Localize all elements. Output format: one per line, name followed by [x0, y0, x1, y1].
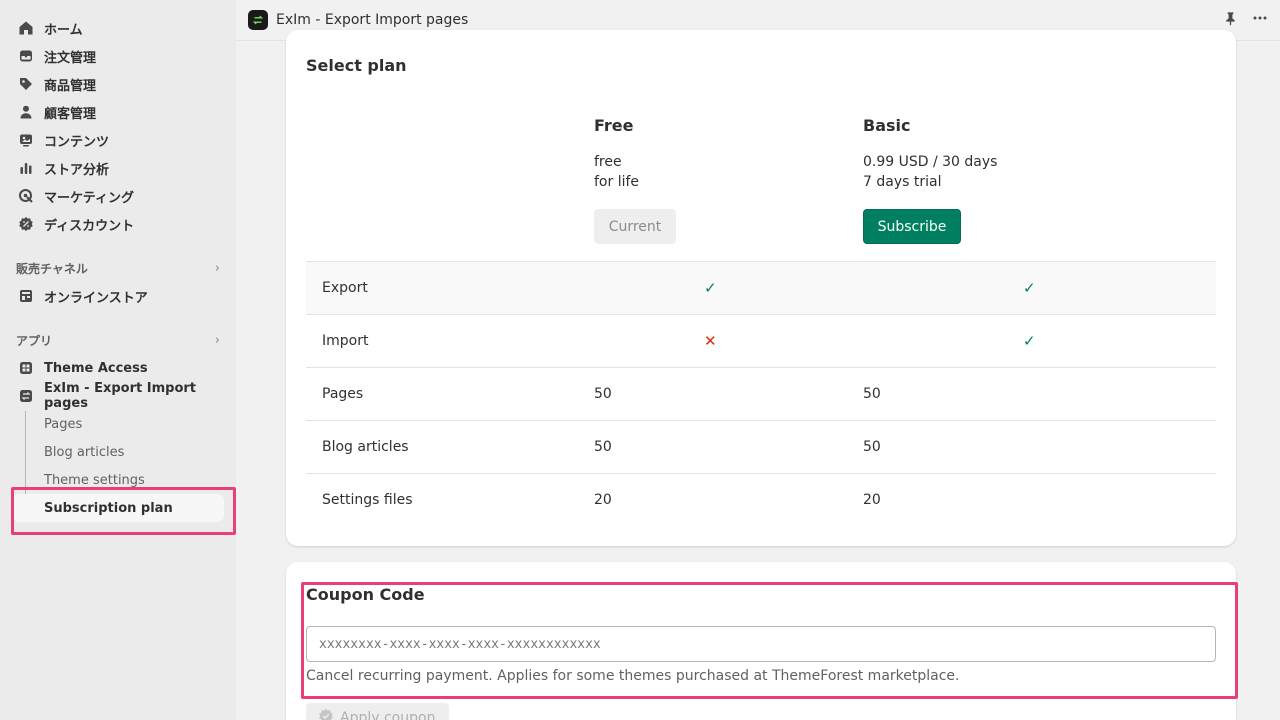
nav-label: ストア分析 [44, 162, 110, 178]
current-plan-button[interactable]: Current [594, 209, 676, 244]
nav-label: Theme Access [44, 360, 148, 376]
feature-row-settings-files: Settings files 20 20 [306, 473, 1216, 526]
feature-row-blog-articles: Blog articles 50 50 [306, 420, 1216, 473]
nav-marketing[interactable]: マーケティング [12, 182, 224, 210]
feature-row-import: Import ✕ ✓ [306, 314, 1216, 367]
feature-name: Export [322, 280, 368, 296]
check-icon: ✓ [704, 279, 717, 297]
nav-label: 顧客管理 [44, 106, 97, 122]
nav-label: マーケティング [44, 190, 134, 206]
feature-row-pages: Pages 50 50 [306, 367, 1216, 420]
tag-icon [18, 76, 34, 92]
plan-name-free: Free [594, 116, 634, 135]
sub-item-theme-settings[interactable]: Theme settings [12, 466, 224, 494]
nav-home[interactable]: ホーム [12, 14, 224, 42]
sub-item-subscription-plan[interactable]: Subscription plan [12, 494, 224, 522]
subscribe-button[interactable]: Subscribe [863, 209, 961, 244]
nav-online-store[interactable]: オンラインストア [12, 282, 224, 310]
sub-item-label: Theme settings [44, 472, 145, 488]
feature-name: Settings files [322, 492, 413, 508]
inbox-icon [18, 48, 34, 64]
nav-label: ホーム [44, 22, 83, 38]
exim-app-logo-icon [248, 10, 268, 30]
plan-name-basic: Basic [863, 116, 911, 135]
person-icon [18, 104, 34, 120]
target-icon [18, 188, 34, 204]
nav-label: コンテンツ [44, 134, 110, 150]
nav-customers[interactable]: 顧客管理 [12, 98, 224, 126]
sub-item-label: Subscription plan [44, 500, 173, 516]
nav-label: ディスカウント [44, 218, 135, 234]
coupon-help-text: Cancel recurring payment. Applies for so… [306, 668, 960, 684]
sidebar: ホーム 注文管理 商品管理 顧客管理 コンテンツ ストア分析 マーケティング デ… [0, 0, 236, 720]
card-title: Coupon Code [306, 585, 425, 604]
apply-coupon-label: Apply coupon [340, 710, 436, 720]
feature-name: Import [322, 333, 369, 349]
sub-item-blog-articles[interactable]: Blog articles [12, 438, 224, 466]
plan-free-line2: for life [594, 174, 640, 190]
chevron-right-icon: › [214, 260, 220, 276]
feature-value-free: 50 [594, 386, 612, 402]
nav-discounts[interactable]: ディスカウント [12, 210, 224, 238]
nav-label: 商品管理 [44, 78, 97, 94]
section-title: 販売チャネル [16, 261, 88, 276]
nav-exim-app[interactable]: ExIm - Export Import pages [12, 381, 224, 411]
feature-value-free: 20 [594, 492, 612, 508]
nav-orders[interactable]: 注文管理 [12, 42, 224, 70]
feature-name: Blog articles [322, 439, 409, 455]
nav-products[interactable]: 商品管理 [12, 70, 224, 98]
nav-content[interactable]: コンテンツ [12, 126, 224, 154]
cross-icon: ✕ [704, 332, 717, 350]
plan-free-line1: free [594, 154, 622, 170]
badge-check-icon [318, 708, 334, 720]
discount-icon [18, 216, 34, 232]
coupon-code-input[interactable] [306, 626, 1216, 662]
check-icon: ✓ [1023, 332, 1036, 350]
topbar-actions [1223, 10, 1268, 30]
check-icon: ✓ [1023, 279, 1036, 297]
sub-item-pages[interactable]: Pages [12, 410, 224, 438]
plan-basic-line2: 7 days trial [863, 174, 942, 190]
apply-coupon-button[interactable]: Apply coupon [306, 703, 449, 720]
app-title: ExIm - Export Import pages [276, 12, 469, 28]
plan-basic-line1: 0.99 USD / 30 days [863, 154, 998, 170]
feature-value-basic: 20 [863, 492, 881, 508]
feature-value-basic: 50 [863, 386, 881, 402]
nav-analytics[interactable]: ストア分析 [12, 154, 224, 182]
sub-item-label: Pages [44, 416, 83, 432]
pin-icon[interactable] [1223, 11, 1238, 30]
image-icon [18, 132, 34, 148]
sub-item-label: Blog articles [44, 444, 125, 460]
sales-channels-header[interactable]: 販売チャネル › [16, 258, 220, 278]
nav-label: オンラインストア [44, 290, 148, 306]
feature-value-free: 50 [594, 439, 612, 455]
apps-header[interactable]: アプリ › [16, 330, 220, 350]
section-title: アプリ [16, 333, 53, 348]
nav-label: ExIm - Export Import pages [44, 381, 196, 411]
nav-label: 注文管理 [44, 50, 97, 66]
bar-chart-icon [18, 160, 34, 176]
nav-theme-access[interactable]: Theme Access [12, 354, 224, 382]
feature-name: Pages [322, 386, 364, 402]
app-icon [18, 360, 34, 376]
home-icon [18, 20, 34, 36]
feature-value-basic: 50 [863, 439, 881, 455]
exim-app-icon [18, 388, 34, 404]
card-title: Select plan [306, 56, 407, 75]
select-plan-card: Select plan Free free for life Current B… [286, 30, 1236, 546]
more-options-icon[interactable] [1252, 10, 1268, 30]
feature-row-export: Export ✓ ✓ [306, 261, 1216, 314]
chevron-right-icon: › [214, 332, 220, 348]
store-icon [18, 288, 34, 304]
